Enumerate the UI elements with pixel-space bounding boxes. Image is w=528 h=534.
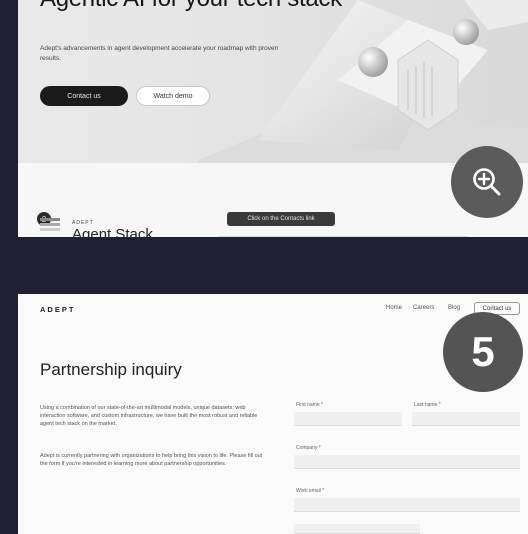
hero-subtitle: Adept's advancements in agent developmen… xyxy=(40,45,279,62)
agent-stack-title: Agent Stack xyxy=(72,226,153,237)
step-five-badge: 5 xyxy=(443,312,523,392)
nav-careers[interactable]: Careers xyxy=(413,305,434,311)
intro-paragraph: Using a combination of our state-of-the-… xyxy=(40,405,258,427)
work-email-label: Work email * xyxy=(296,488,325,494)
top-screenshot-card: Agentic AI for your tech stack Adept's a… xyxy=(18,0,528,237)
next-field-input[interactable] xyxy=(294,524,420,534)
first-name-label: First name * xyxy=(296,402,323,408)
page-title: Partnership inquiry xyxy=(40,360,182,379)
divider xyxy=(218,236,468,237)
hero-title: Agentic AI for your tech stack xyxy=(40,0,342,11)
company-label: Company * xyxy=(296,445,321,451)
last-name-input[interactable] xyxy=(412,412,520,426)
contact-us-button[interactable]: Contact us xyxy=(40,86,128,106)
zoom-in-icon xyxy=(473,168,501,196)
first-name-input[interactable] xyxy=(294,412,402,426)
nav-blog[interactable]: Blog xyxy=(448,305,460,311)
zoom-in-button[interactable] xyxy=(451,146,523,218)
adept-logo[interactable]: ADEPT xyxy=(40,305,75,314)
nav-home[interactable]: Home xyxy=(386,305,402,311)
hero-section: Agentic AI for your tech stack Adept's a… xyxy=(18,0,528,163)
hero-3d-illustration xyxy=(198,0,528,163)
last-name-label: Last name * xyxy=(414,402,441,408)
stack-layers-icon xyxy=(40,218,60,231)
company-input[interactable] xyxy=(294,455,520,469)
instruction-tooltip: Click on the Contacts link xyxy=(227,212,335,226)
partnership-paragraph: Adept is currently partnering with organ… xyxy=(40,453,263,467)
watch-demo-button[interactable]: Watch demo xyxy=(136,86,210,106)
work-email-input[interactable] xyxy=(294,498,520,512)
